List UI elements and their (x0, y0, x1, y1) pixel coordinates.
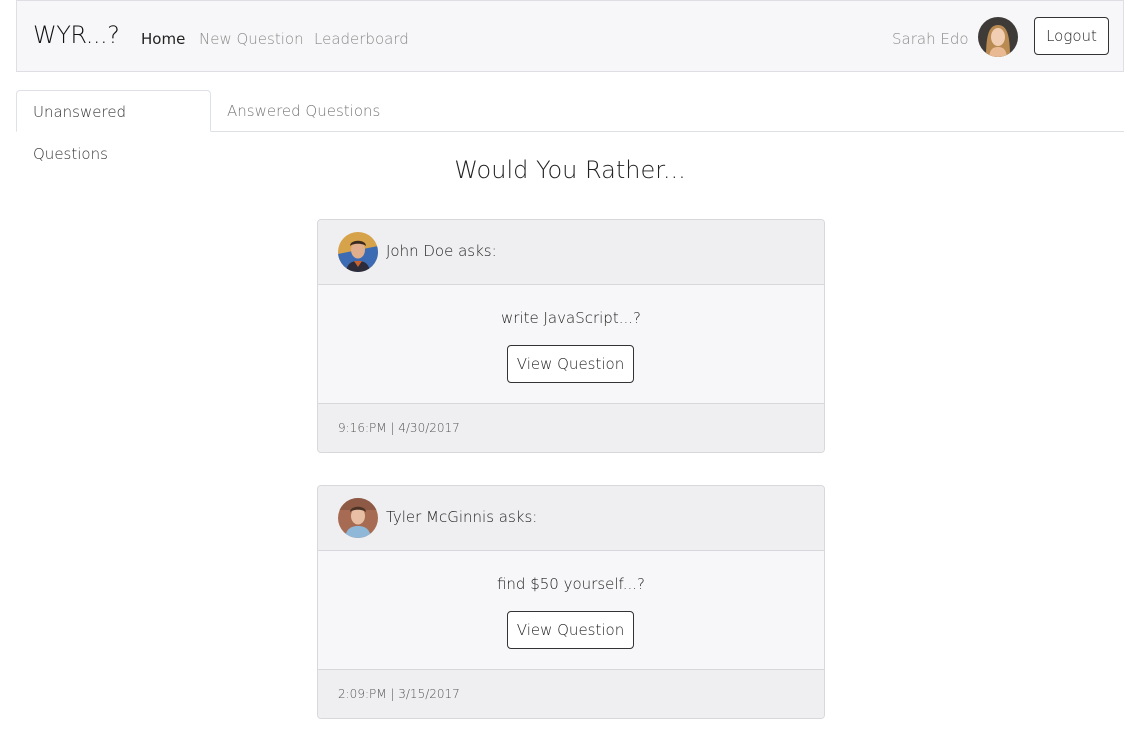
question-timestamp: 2:09:PM | 3/15/2017 (338, 687, 460, 701)
view-question-button[interactable]: View Question (507, 345, 634, 383)
asker-name: Tyler McGinnis asks: (386, 508, 538, 526)
question-tabs: Unanswered Questions Answered Questions (16, 90, 1124, 163)
nav-link-new-question[interactable]: New Question (199, 30, 304, 48)
nav-link-home[interactable]: Home (141, 30, 185, 48)
tab-answered-questions[interactable]: Answered Questions (211, 90, 396, 132)
user-name: Sarah Edo (892, 30, 969, 48)
card-footer: 9:16:PM | 4/30/2017 (318, 403, 824, 452)
question-preview: find $50 yourself...? (496, 575, 646, 593)
card-header: John Doe asks: (318, 220, 824, 285)
navbar: WYR...? Home New Question Leaderboard Sa… (16, 0, 1124, 72)
nav-link-leaderboard[interactable]: Leaderboard (314, 30, 409, 48)
asker-name: John Doe asks: (386, 242, 497, 260)
tab-unanswered-questions[interactable]: Unanswered Questions (16, 90, 211, 163)
user-avatar-icon (978, 17, 1018, 57)
view-question-button[interactable]: View Question (507, 611, 634, 649)
card-header: Tyler McGinnis asks: (318, 486, 824, 551)
john-doe-avatar-icon (338, 232, 378, 272)
logout-button[interactable]: Logout (1034, 17, 1109, 55)
page-title: Would You Rather... (454, 156, 686, 184)
card-footer: 2:09:PM | 3/15/2017 (318, 669, 824, 718)
question-card: John Doe asks: write JavaScript...? View… (317, 219, 825, 453)
question-preview: write JavaScript...? (501, 309, 641, 327)
tyler-mcginnis-avatar-icon (338, 498, 378, 538)
question-card: Tyler McGinnis asks: find $50 yourself..… (317, 485, 825, 719)
question-timestamp: 9:16:PM | 4/30/2017 (338, 421, 460, 435)
brand-logo[interactable]: WYR...? (33, 21, 120, 49)
